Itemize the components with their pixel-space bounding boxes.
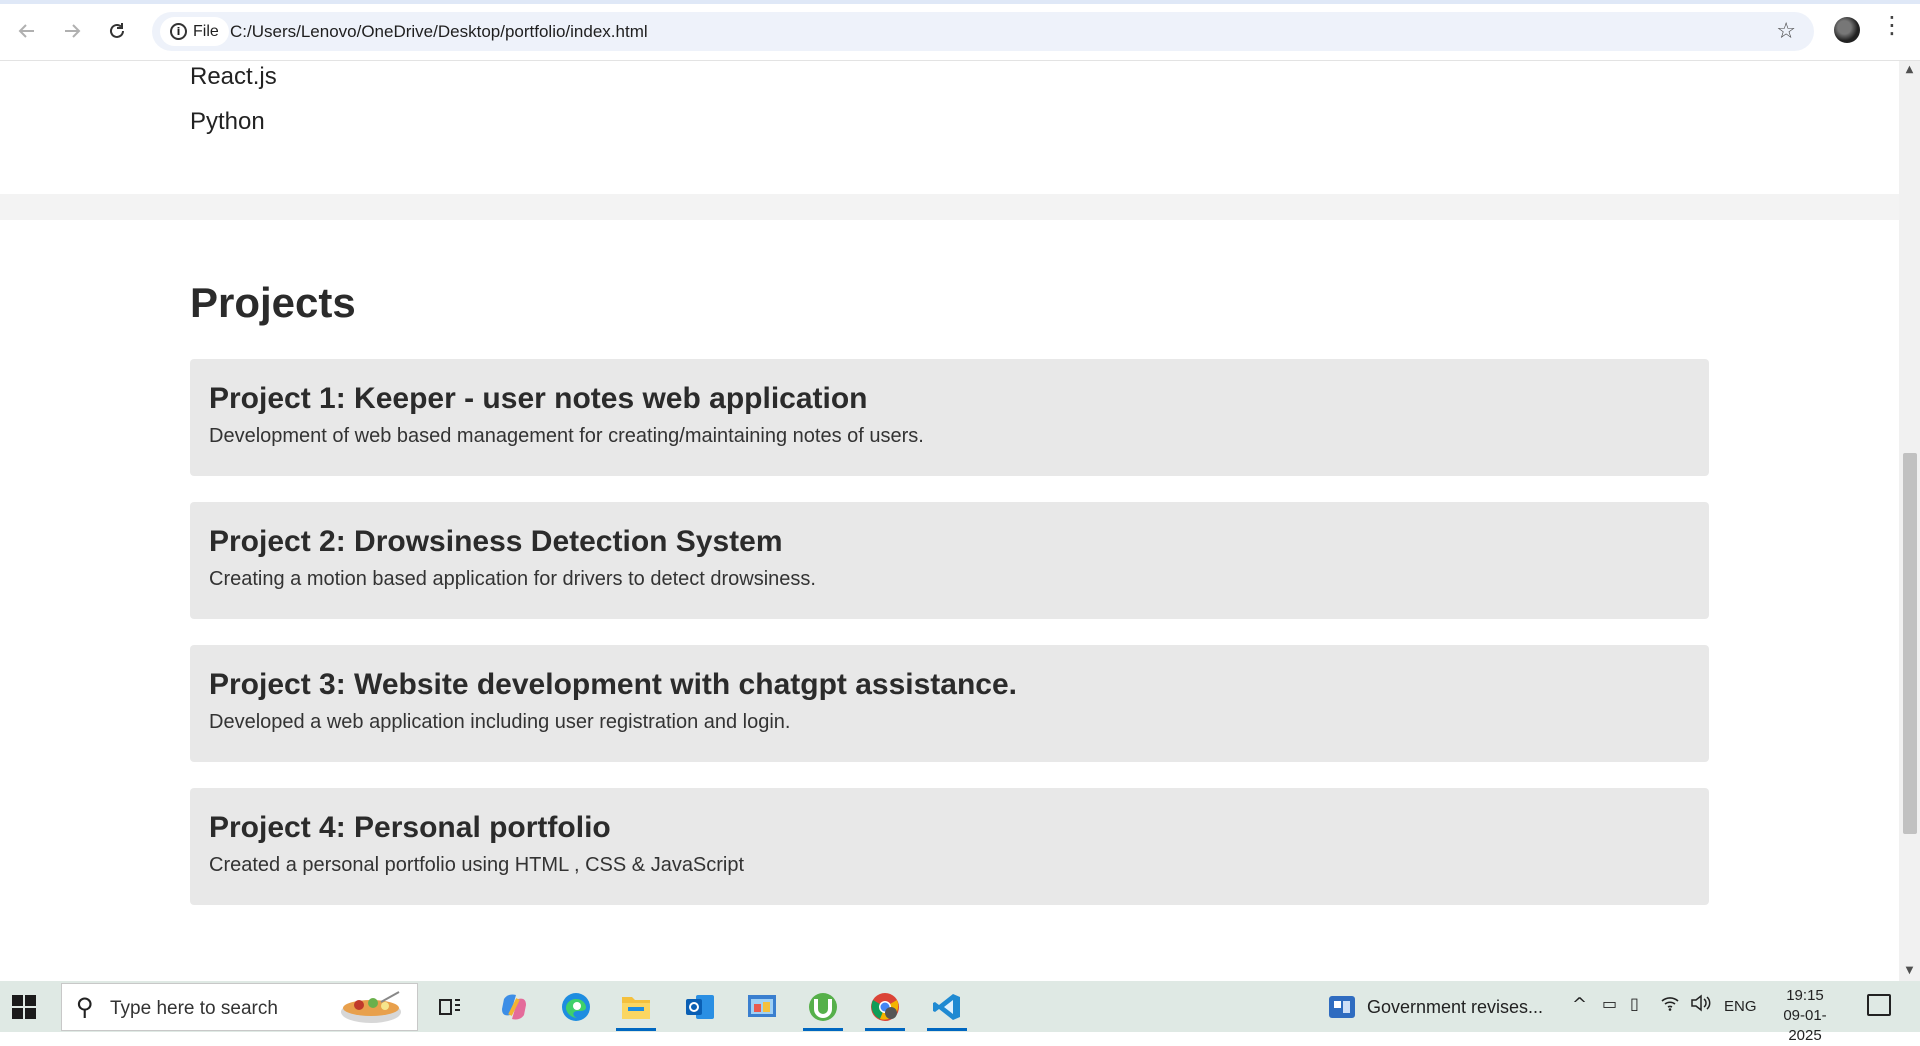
windows-icon[interactable]	[12, 995, 36, 1019]
menu-icon[interactable]: ⋮	[1880, 13, 1904, 37]
notification-icon[interactable]	[1867, 994, 1891, 1016]
project-description: Creating a motion based application for …	[209, 568, 816, 590]
reload-icon[interactable]	[100, 14, 134, 48]
site-info-chip[interactable]: i File	[160, 17, 229, 46]
wifi-icon[interactable]	[1660, 994, 1680, 1017]
project-card: Project 4: Personal portfolio Created a …	[190, 788, 1709, 905]
address-bar[interactable]: i File C:/Users/Lenovo/OneDrive/Desktop/…	[152, 12, 1814, 51]
browser-toolbar: i File C:/Users/Lenovo/OneDrive/Desktop/…	[0, 0, 1920, 61]
project-title: Project 1: Keeper - user notes web appli…	[209, 382, 868, 415]
vscode-icon[interactable]	[927, 987, 967, 1031]
star-icon[interactable]: ☆	[1776, 19, 1796, 44]
clock[interactable]: 19:15 09-01-2025	[1770, 986, 1840, 1046]
skills-list: React.js Python	[190, 61, 277, 151]
outlook-icon[interactable]	[680, 987, 720, 1027]
search-icon: ⚲	[76, 993, 94, 1021]
file-explorer-icon[interactable]	[616, 987, 656, 1031]
project-title: Project 2: Drowsiness Detection System	[209, 525, 783, 558]
search-highlight-icon	[341, 991, 401, 1023]
vertical-scrollbar[interactable]: ▲ ▼	[1899, 61, 1920, 981]
edge-icon[interactable]	[556, 987, 596, 1027]
meet-icon[interactable]: ▭	[1602, 994, 1617, 1013]
volume-icon[interactable]	[1690, 994, 1712, 1017]
project-description: Created a personal portfolio using HTML …	[209, 854, 745, 876]
control-panel-icon[interactable]	[742, 987, 782, 1027]
back-icon[interactable]	[10, 14, 44, 48]
chevron-up-icon[interactable]: ^	[1572, 994, 1587, 1015]
project-title: Project 3: Website development with chat…	[209, 668, 1017, 701]
battery-icon[interactable]: ▯	[1630, 994, 1639, 1013]
url-text[interactable]: C:/Users/Lenovo/OneDrive/Desktop/portfol…	[230, 22, 648, 42]
project-card: Project 3: Website development with chat…	[190, 645, 1709, 762]
skill-item: Python	[190, 108, 265, 135]
site-info-label: File	[193, 22, 219, 40]
news-icon	[1329, 996, 1355, 1018]
scroll-thumb[interactable]	[1903, 453, 1917, 834]
search-placeholder: Type here to search	[110, 998, 278, 1019]
skill-item: React.js	[190, 63, 277, 90]
scroll-down-icon[interactable]: ▼	[1899, 965, 1920, 981]
project-card: Project 2: Drowsiness Detection System C…	[190, 502, 1709, 619]
projects-heading: Projects	[190, 279, 356, 326]
project-description: Developed a web application including us…	[209, 711, 791, 733]
utorrent-icon[interactable]	[803, 987, 843, 1031]
news-headline: Government revises...	[1367, 996, 1544, 1017]
scroll-up-icon[interactable]: ▲	[1899, 64, 1920, 80]
project-title: Project 4: Personal portfolio	[209, 811, 611, 844]
tab-strip-edge	[0, 0, 1920, 4]
info-icon: i	[170, 23, 187, 40]
taskbar-search[interactable]: ⚲ Type here to search	[61, 983, 418, 1031]
clock-date: 09-01-2025	[1783, 1007, 1827, 1044]
section-divider	[0, 194, 1899, 220]
clock-time: 19:15	[1786, 987, 1824, 1004]
page-viewport: React.js Python Projects Project 1: Keep…	[0, 61, 1899, 981]
news-widget[interactable]: Government revises...	[1329, 987, 1543, 1027]
forward-icon[interactable]	[55, 14, 89, 48]
taskbar: ⚲ Type here to search Government revises…	[0, 981, 1920, 1044]
project-card: Project 1: Keeper - user notes web appli…	[190, 359, 1709, 476]
chrome-icon[interactable]	[865, 987, 905, 1031]
profile-icon[interactable]	[1834, 17, 1860, 43]
project-description: Development of web based management for …	[209, 425, 924, 447]
copilot-icon[interactable]	[494, 987, 534, 1027]
language-indicator[interactable]: ENG	[1724, 998, 1757, 1015]
task-view-icon[interactable]	[430, 987, 470, 1027]
